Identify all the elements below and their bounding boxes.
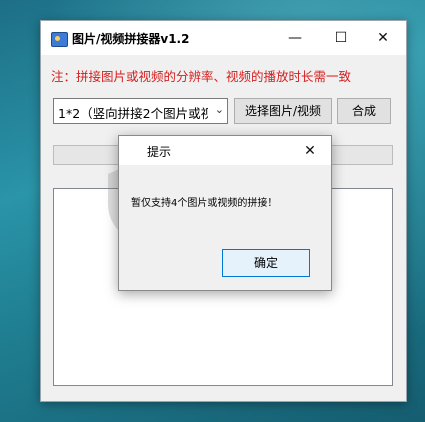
- app-icon: [51, 32, 68, 47]
- title-bar: 图片/视频拼接器v1.2 — ☐ ✕: [41, 21, 406, 55]
- select-media-button[interactable]: 选择图片/视频: [234, 98, 332, 124]
- merge-button[interactable]: 合成: [337, 98, 391, 124]
- layout-mode-value: 1*2（竖向拼接2个图片或视频）: [58, 106, 208, 121]
- maximize-button[interactable]: ☐: [318, 21, 364, 55]
- dialog-title-bar: 提示 ✕: [119, 136, 331, 165]
- dialog-close-button[interactable]: ✕: [299, 141, 321, 161]
- chevron-down-icon: ⌄: [214, 103, 224, 116]
- message-dialog: 提示 ✕ 暂仅支持4个图片或视频的拼接！ 确定: [118, 135, 332, 291]
- minimize-button[interactable]: —: [272, 21, 318, 55]
- requirement-note: 注：拼接图片或视频的分辨率、视频的播放时长需一致: [51, 69, 352, 84]
- close-button[interactable]: ✕: [360, 21, 406, 55]
- layout-mode-select[interactable]: 1*2（竖向拼接2个图片或视频） ⌄: [53, 98, 228, 124]
- window-title: 图片/视频拼接器v1.2: [72, 32, 190, 46]
- ok-button[interactable]: 确定: [222, 249, 310, 277]
- dialog-message: 暂仅支持4个图片或视频的拼接！: [131, 198, 278, 209]
- dialog-title: 提示: [147, 145, 172, 159]
